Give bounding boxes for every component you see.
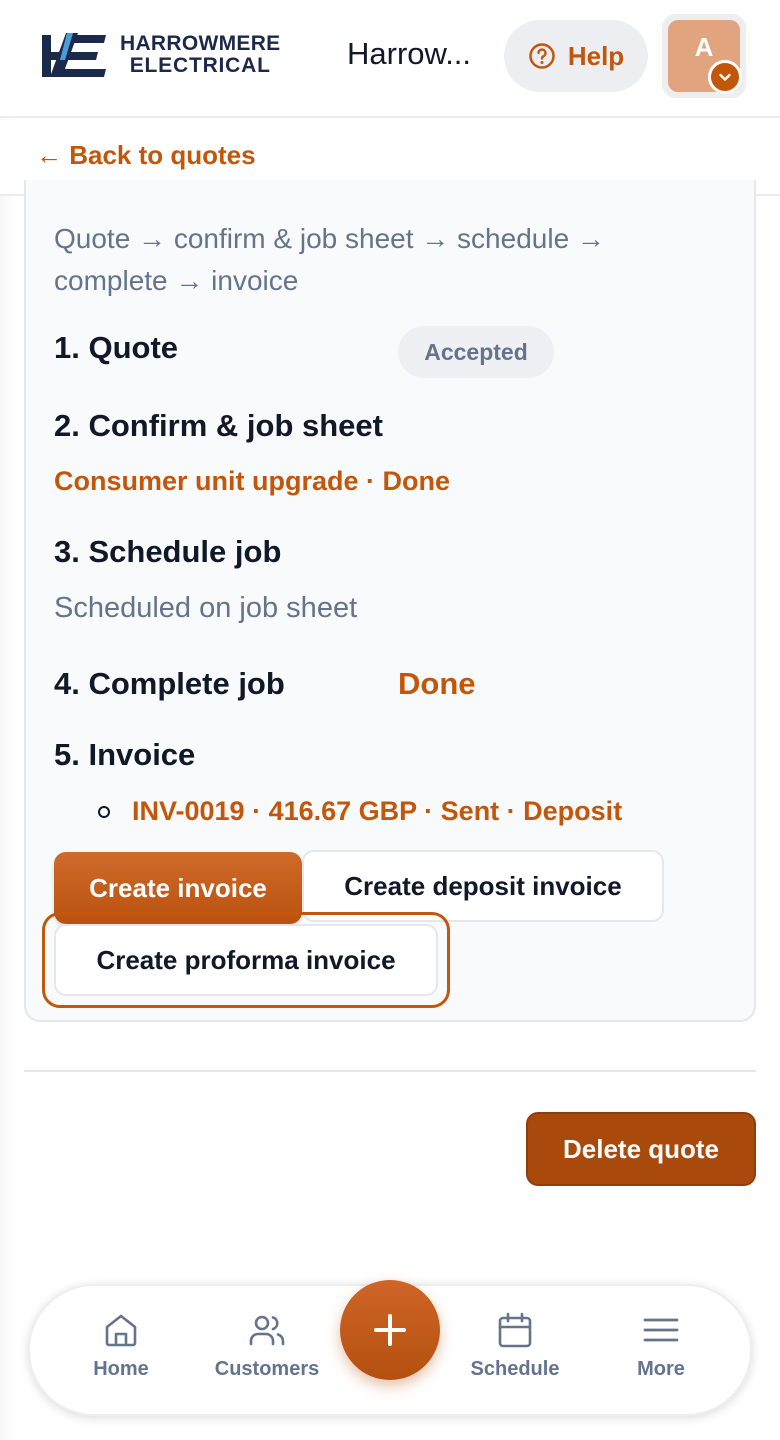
delete-quote-button[interactable]: Delete quote — [526, 1112, 756, 1186]
chevron-down-icon — [708, 60, 742, 94]
question-circle-icon — [529, 43, 555, 69]
nav-label-more: More — [637, 1358, 685, 1380]
status-badge: Accepted — [398, 326, 554, 378]
step-confirm-title: 2. Confirm & job sheet — [54, 408, 383, 443]
nav-item-more[interactable]: More — [596, 1310, 726, 1381]
step-complete-title: 4. Complete job — [54, 666, 285, 701]
home-icon — [105, 1314, 137, 1347]
list-item: INV-0019 · 416.67 GBP · Sent · Deposit — [98, 796, 622, 827]
company-name: Harrow... — [347, 36, 472, 71]
back-to-quotes-link[interactable]: ← Back to quotes — [36, 140, 256, 171]
company-logo[interactable]: HARROWMERE ELECTRICAL — [40, 30, 281, 80]
logo-line-2: ELECTRICAL — [129, 54, 271, 77]
nav-label-schedule: Schedule — [470, 1358, 560, 1380]
step-schedule-title: 3. Schedule job — [54, 534, 282, 569]
workflow-card: Quote → confirm & job sheet → schedule →… — [24, 180, 756, 1022]
menu-icon — [643, 1318, 679, 1342]
help-button[interactable]: Help — [504, 20, 648, 92]
plus-icon — [374, 1314, 406, 1346]
nav-label-home: Home — [93, 1358, 149, 1380]
help-label: Help — [567, 40, 625, 71]
add-button[interactable] — [340, 1280, 440, 1380]
top-header: HARROWMERE ELECTRICAL Harrow... Help A — [0, 0, 780, 118]
complete-status: Done — [398, 666, 476, 701]
nav-item-customers[interactable]: Customers — [202, 1310, 332, 1381]
nav-item-schedule[interactable]: Schedule — [450, 1310, 580, 1381]
invoice-link[interactable]: INV-0019 · 416.67 GBP · Sent · Deposit — [132, 796, 622, 827]
nav-label-customers: Customers — [214, 1358, 320, 1380]
logo-mark-icon — [42, 33, 106, 77]
logo-line-1: HARROWMERE — [120, 32, 281, 55]
logo-text: HARROWMERE ELECTRICAL — [120, 33, 281, 77]
calendar-icon — [498, 1312, 532, 1348]
schedule-status-text: Scheduled on job sheet — [54, 592, 358, 624]
bullet-icon — [98, 805, 110, 818]
nav-item-home[interactable]: Home — [56, 1310, 186, 1381]
create-proforma-invoice-button[interactable]: Create proforma invoice — [54, 924, 438, 996]
step-invoice-title: 5. Invoice — [54, 737, 196, 772]
page: HARROWMERE ELECTRICAL Harrow... Help A ←… — [0, 0, 780, 1440]
users-icon — [249, 1315, 285, 1346]
workflow-flow-text: Quote → confirm & job sheet → schedule →… — [54, 223, 605, 296]
user-menu[interactable]: A — [662, 14, 746, 98]
divider — [24, 1070, 756, 1072]
step-quote-title: 1. Quote — [54, 330, 179, 365]
job-sheet-link[interactable]: Consumer unit upgrade · Done — [54, 466, 450, 497]
